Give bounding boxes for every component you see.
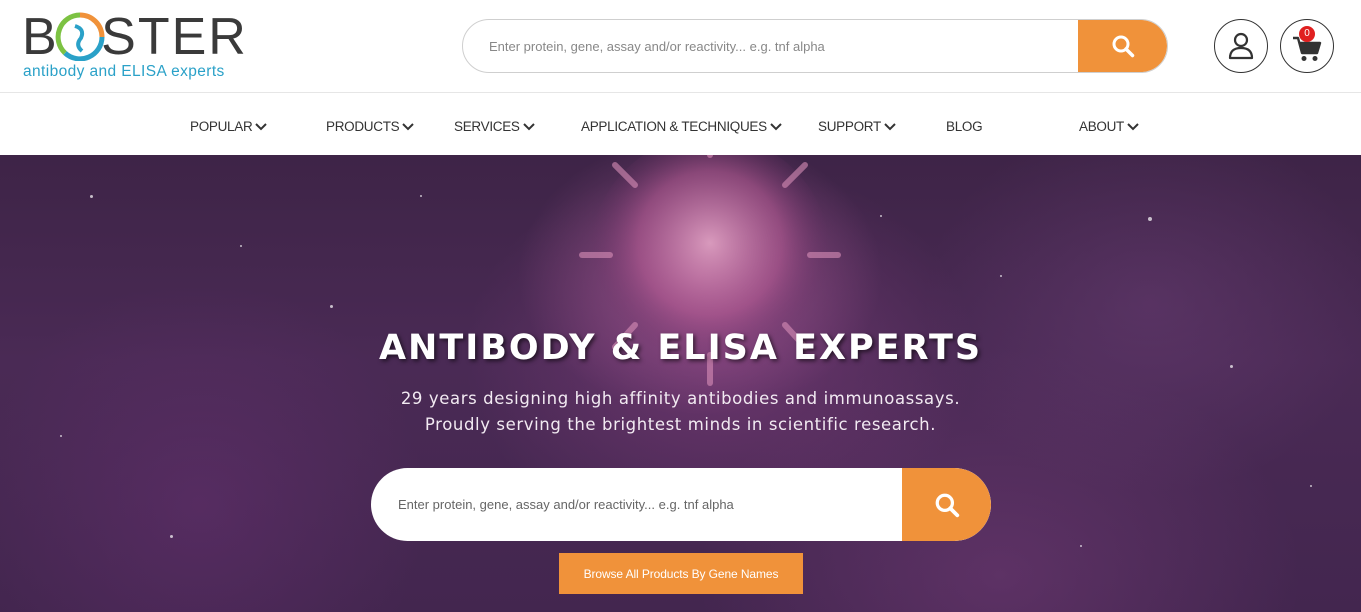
nav-item-support[interactable]: SUPPORT [818, 119, 896, 134]
nav-item-about[interactable]: ABOUT [1079, 119, 1139, 134]
logo-tagline: antibody and ELISA experts [23, 63, 225, 80]
nav-item-label: POPULAR [190, 119, 253, 134]
boster-logo[interactable]: BOSTER antibody and ELISA experts [22, 9, 246, 85]
hero-search-bar [371, 468, 991, 541]
nav-item-popular[interactable]: POPULAR [190, 119, 268, 134]
user-icon [1228, 32, 1254, 60]
chevron-down-icon [770, 123, 782, 131]
hero-search-input[interactable] [371, 468, 901, 541]
site-header: BOSTER antibody and ELISA experts Enter … [0, 0, 1361, 93]
search-icon [935, 493, 959, 517]
nav-item-products[interactable]: PRODUCTS [326, 119, 415, 134]
cart-count-badge: 0 [1299, 26, 1315, 42]
main-nav: POPULAR PRODUCTS SERVICES APPLICATION & … [0, 94, 1361, 155]
hero-search-button[interactable] [902, 468, 991, 541]
chevron-down-icon [255, 123, 268, 131]
hero-banner: ANTIBODY & ELISA EXPERTS 29 years design… [0, 155, 1361, 612]
header-search-input[interactable] [463, 20, 1081, 72]
account-button[interactable] [1214, 19, 1268, 73]
browse-gene-names-button[interactable]: Browse All Products By Gene Names [559, 553, 803, 594]
header-search-button[interactable] [1078, 20, 1167, 72]
logo-mark-icon [55, 12, 105, 61]
nav-item-label: ABOUT [1079, 119, 1125, 134]
chevron-down-icon [1127, 123, 1139, 131]
hero-subtitle-line-2: Proudly serving the brightest minds in s… [424, 415, 937, 434]
hero-title: ANTIBODY & ELISA EXPERTS [378, 328, 983, 368]
nav-item-application-techniques[interactable]: APPLICATION & TECHNIQUES [581, 119, 782, 134]
chevron-down-icon [522, 123, 535, 131]
nav-item-services[interactable]: SERVICES [454, 119, 535, 134]
nav-item-label: APPLICATION & TECHNIQUES [581, 119, 767, 134]
search-icon [1112, 35, 1134, 58]
nav-item-blog[interactable]: BLOG [946, 119, 983, 134]
nav-item-label: SERVICES [454, 119, 520, 134]
chevron-down-icon [884, 123, 896, 131]
chevron-down-icon [402, 123, 415, 131]
cart-button[interactable]: 0 [1280, 19, 1334, 73]
hero-subtitle-line-1: 29 years designing high affinity antibod… [400, 389, 961, 408]
nav-item-label: PRODUCTS [326, 119, 400, 134]
nav-item-label: SUPPORT [818, 119, 881, 134]
header-search-bar [462, 19, 1168, 73]
nav-item-label: BLOG [946, 119, 983, 134]
